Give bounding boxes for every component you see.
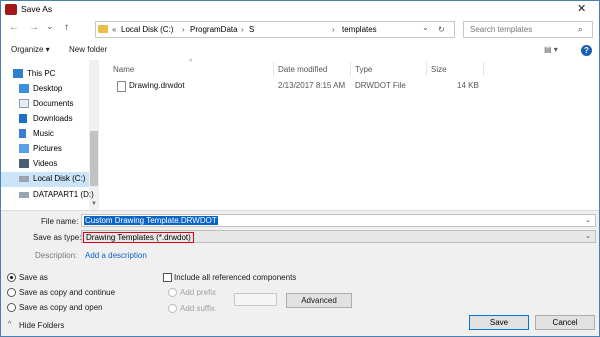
advanced-button[interactable]: Advanced	[286, 293, 352, 308]
sidebar-item-label: DATAPART1 (D:)	[33, 190, 94, 199]
file-size: 14 KB	[457, 81, 479, 90]
sidebar-item-datapart1[interactable]: DATAPART1 (D:)	[15, 188, 99, 203]
sidebar-item-music[interactable]: Music	[15, 127, 99, 142]
column-divider[interactable]	[273, 62, 274, 76]
recent-locations-icon[interactable]: ⌄	[46, 21, 54, 32]
command-bar: Organize ▾ New folder ▤ ▾ ?	[1, 42, 599, 60]
add-description-link[interactable]: Add a description	[85, 251, 147, 260]
search-placeholder: Search templates	[470, 25, 533, 34]
overflow-chevron-icon[interactable]: «	[112, 25, 116, 34]
column-header-size[interactable]: Size	[431, 65, 447, 74]
sidebar-item-label: Documents	[33, 99, 74, 108]
file-name[interactable]: Drawing.drwdot	[129, 81, 185, 90]
documents-icon	[19, 99, 29, 108]
breadcrumb-separator-icon: ›	[332, 25, 335, 34]
music-icon	[19, 129, 26, 138]
file-type: DRWDOT File	[355, 81, 406, 90]
save-copy-open-radio[interactable]	[7, 303, 16, 312]
desktop-icon	[19, 84, 29, 93]
app-icon	[5, 4, 17, 15]
save-copy-continue-label[interactable]: Save as copy and continue	[19, 288, 115, 297]
include-references-checkbox[interactable]	[163, 273, 172, 282]
breadcrumb-separator-icon: ›	[182, 25, 185, 34]
organize-menu[interactable]: Organize ▾	[11, 45, 50, 54]
sidebar-item-local-disk[interactable]: Local Disk (C:)	[1, 172, 89, 187]
address-bar[interactable]: « Local Disk (C:) › ProgramData › S › te…	[95, 21, 455, 38]
sidebar-item-label: Local Disk (C:)	[33, 174, 86, 183]
refresh-icon[interactable]: ↻	[438, 25, 445, 34]
back-arrow-icon[interactable]: ←	[9, 22, 19, 33]
search-icon[interactable]: ⌕	[578, 24, 583, 35]
file-name-input[interactable]: Custom Drawing Template.DRWDOT ⌄	[81, 214, 596, 227]
file-name-value[interactable]: Custom Drawing Template.DRWDOT	[84, 216, 218, 225]
sidebar-item-label: Downloads	[33, 114, 73, 123]
save-copy-continue-radio[interactable]	[7, 288, 16, 297]
save-button[interactable]: Save	[469, 315, 529, 330]
include-references-label[interactable]: Include all referenced components	[174, 273, 296, 282]
breadcrumb-s[interactable]: S	[249, 25, 254, 34]
close-icon[interactable]: ✕	[577, 2, 586, 15]
address-dropdown-icon[interactable]: ⌄	[422, 23, 429, 32]
save-type-value[interactable]: Drawing Templates (*.drwdot)	[83, 232, 194, 243]
sidebar-item-label: Desktop	[33, 84, 63, 93]
add-prefix-label: Add prefix	[180, 288, 217, 297]
window-title: Save As	[21, 4, 53, 14]
save-as-dialog: Save As ✕ ← → ⌄ ↑ « Local Disk (C:) › Pr…	[0, 0, 600, 337]
sidebar-item-label: Videos	[33, 159, 58, 168]
sidebar-item-label: This PC	[27, 69, 56, 78]
column-header-name[interactable]: Name	[113, 65, 134, 74]
breadcrumb-programdata[interactable]: ProgramData	[190, 25, 238, 34]
breadcrumb-separator-icon: ›	[241, 25, 244, 34]
new-folder-button[interactable]: New folder	[69, 45, 107, 54]
disk-icon	[19, 192, 29, 198]
column-header-date[interactable]: Date modified	[278, 65, 327, 74]
videos-icon	[19, 159, 29, 168]
forward-arrow-icon[interactable]: →	[29, 22, 39, 33]
breadcrumb-templates[interactable]: templates	[342, 25, 377, 34]
prefix-suffix-input	[234, 293, 277, 306]
add-suffix-radio	[168, 304, 177, 313]
column-divider[interactable]	[426, 62, 427, 76]
up-arrow-icon[interactable]: ↑	[64, 22, 69, 33]
column-divider[interactable]	[350, 62, 351, 76]
sidebar-item-label: Pictures	[33, 144, 62, 153]
sidebar-item-downloads[interactable]: Downloads	[15, 112, 99, 127]
sidebar-item-this-pc[interactable]: This PC	[9, 67, 93, 82]
chevron-down-icon[interactable]: ⌄	[585, 232, 591, 240]
sidebar-item-documents[interactable]: Documents	[15, 97, 99, 112]
save-type-select[interactable]: Drawing Templates (*.drwdot) ⌄	[81, 230, 596, 243]
help-icon[interactable]: ?	[581, 45, 592, 56]
folder-icon	[98, 25, 108, 33]
save-type-label: Save as type:	[33, 233, 82, 242]
sidebar-item-desktop[interactable]: Desktop	[15, 82, 99, 97]
hide-folders-link[interactable]: Hide Folders	[19, 321, 64, 330]
title-bar: Save As ✕	[1, 1, 599, 19]
disk-icon	[19, 176, 29, 182]
downloads-icon	[19, 114, 27, 123]
sidebar-item-label: Music	[33, 129, 54, 138]
sidebar-item-pictures[interactable]: Pictures	[15, 142, 99, 157]
description-label: Description:	[35, 251, 78, 260]
sidebar-item-videos[interactable]: Videos	[15, 157, 99, 172]
view-options-icon[interactable]: ▤ ▾	[544, 45, 558, 54]
sort-ascending-icon: ^	[189, 59, 193, 66]
add-prefix-radio	[168, 288, 177, 297]
chevron-up-icon[interactable]: ^	[8, 321, 11, 328]
save-copy-open-label[interactable]: Save as copy and open	[19, 303, 103, 312]
search-box[interactable]: Search templates ⌕	[463, 21, 593, 38]
chevron-down-icon[interactable]: ⌄	[585, 216, 591, 224]
add-suffix-label: Add suffix	[180, 304, 215, 313]
save-as-label[interactable]: Save as	[19, 273, 48, 282]
pictures-icon	[19, 144, 29, 153]
file-name-label: File name:	[41, 217, 79, 226]
file-icon	[117, 81, 126, 92]
column-divider[interactable]	[483, 62, 484, 76]
column-header-type[interactable]: Type	[355, 65, 372, 74]
breadcrumb-local-disk[interactable]: Local Disk (C:)	[121, 25, 173, 34]
file-date: 2/13/2017 8:15 AM	[278, 81, 346, 90]
save-as-radio[interactable]	[7, 273, 16, 282]
cancel-button[interactable]: Cancel	[535, 315, 595, 330]
pc-icon	[13, 69, 23, 78]
